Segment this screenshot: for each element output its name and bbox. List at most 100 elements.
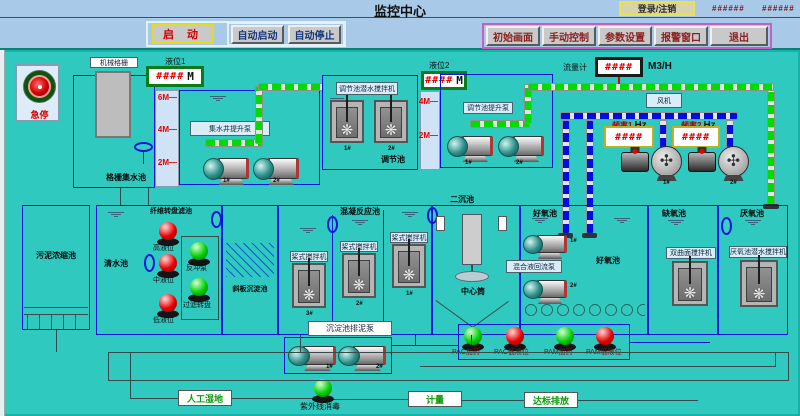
water-surface-icon [402,212,418,217]
flow-line [130,398,178,399]
flow-value: #### [605,62,633,73]
water-surface-icon [108,212,124,217]
anaerobic-label: 厌氧池 [740,208,764,219]
adjust-pump-2[interactable] [498,130,544,162]
auto-start-button[interactable]: 自动启动 [231,25,284,44]
clean-water-label: 清水池 [104,258,128,269]
fan-1-num: 1# [663,180,670,186]
adjust-mixer-2[interactable]: ❋ [374,100,408,143]
flow-line [120,188,121,205]
water-surface-icon [745,220,761,225]
filter-inlet-valve-icon[interactable] [211,211,222,228]
paddle-mixer-1-num: 1# [406,291,413,297]
level1-gauge: 6M— 4M— 2M— [155,90,179,187]
mixed-return-pump-2[interactable] [523,276,567,304]
adjust-pumps-label: 调节池提升泵 [463,102,513,114]
water-surface-icon [668,220,684,225]
blower-fan-1[interactable]: ✣ [651,146,682,177]
nav-manual-control[interactable]: 手动控制 [542,26,596,46]
mech-screen-label: 机械格栅 [90,57,138,68]
pipe-blue-fan1 [659,120,667,148]
coag-divider [332,215,333,335]
mid-level-label: 中液位 [153,275,174,285]
nav-parameter-settings[interactable]: 参数设置 [598,26,652,46]
pipe-green-drop [767,90,775,206]
flow-unit: M3/H [648,61,672,72]
water-surface-icon [300,228,316,233]
adjust-pump-1[interactable] [447,130,493,162]
mech-screen-body[interactable] [95,71,131,138]
pipe-blue-fan2 [726,120,734,148]
anaerobic-mixer[interactable]: ❋ [740,260,778,307]
center-tube-base [455,271,489,282]
window-edge-strip [0,50,5,416]
paddle-mixer-1[interactable]: ❋ [392,244,426,288]
paddle-mixer-2-num: 2# [356,301,363,307]
water-surface-icon [352,220,368,225]
adjust-mixer-1[interactable]: ❋ [330,100,364,143]
sludge-thickener-tank [22,205,90,330]
adjust-pump-1-num: 1# [465,160,472,166]
freq1-value: #### [615,132,643,143]
freq2-value: #### [682,132,710,143]
flow-line [334,399,408,400]
level1-value: #### [156,71,184,82]
paddle-mixer-3[interactable]: ❋ [292,263,326,308]
wetland-label: 人工湿地 [178,390,232,406]
return-pump-2-num: 2# [570,283,577,289]
paddle-mixer-3-num: 3# [306,311,313,317]
flow-line [462,400,524,401]
weir-block [436,216,445,231]
blower-fan-2[interactable]: ✣ [718,146,749,177]
grate-sump-label: 格栅集水池 [93,172,159,183]
water-surface-icon [210,96,226,101]
flow-line [108,380,789,381]
clean-water-valve-icon[interactable] [144,254,155,272]
flow-line [420,366,776,367]
flow-line [108,352,109,380]
mixed-return-pumps-label: 混合液回流泵 [506,260,562,273]
blower-motor-2[interactable] [688,152,716,172]
sludge-pump-1-num: 1# [326,364,333,370]
center-tube-body [462,214,482,265]
inclined-plates-icon [226,243,274,277]
blower-motor-1[interactable] [621,152,649,172]
login-logout-button[interactable]: 登录/注销 [619,1,695,16]
flow-line-blue [392,345,458,346]
hyperbolic-mixer-label: 双曲面搅拌机 [666,247,716,259]
nav-exit-button[interactable]: 退出 [710,26,768,46]
pipe-green [470,120,530,128]
thickener-comb [27,315,85,329]
nav-alarm-window[interactable]: 报警窗口 [654,26,708,46]
start-button[interactable]: 启 动 [152,24,214,44]
coag-divider [383,210,384,335]
low-level-label: 低液位 [153,315,174,325]
anoxic-mixer[interactable]: ❋ [672,261,708,306]
uv-light [312,379,334,403]
adjust-mixers-label: 调节池潜水搅拌机 [336,82,398,95]
emergency-stop-icon [28,75,51,98]
emergency-stop-button[interactable] [23,70,56,103]
backwash-pump-label: 反冲泵 [186,263,207,273]
coag-valve-icon[interactable] [327,216,338,233]
flow-line [578,400,698,401]
level2-title: 液位2 [429,60,449,71]
grate-valve-icon[interactable] [134,142,153,152]
adjust-pump-2-num: 2# [516,160,523,166]
secondary-tank-label: 二沉池 [450,194,474,205]
blower-label: 风机 [646,93,682,108]
gauge2-mark-4m: 4M— [419,97,438,106]
nav-initial-screen[interactable]: 初始画面 [486,26,540,46]
sludge-thickener-label: 污泥浓缩池 [24,250,88,261]
fiber-filter-label: 纤维转盘滤池 [150,206,192,216]
estop-label: 急停 [17,108,62,121]
pipe-green [255,86,263,144]
flow-tap-line [618,77,620,84]
discharge-label: 达标排放 [524,392,578,408]
level2-gauge: 4M— 2M— [420,91,440,170]
mixed-return-pump-1[interactable] [523,231,567,259]
paddle-mixer-2[interactable]: ❋ [342,253,376,298]
auto-stop-button[interactable]: 自动停止 [288,25,341,44]
uv-label: 紫外线消毒 [300,401,340,412]
level1-unit: M [187,70,194,83]
